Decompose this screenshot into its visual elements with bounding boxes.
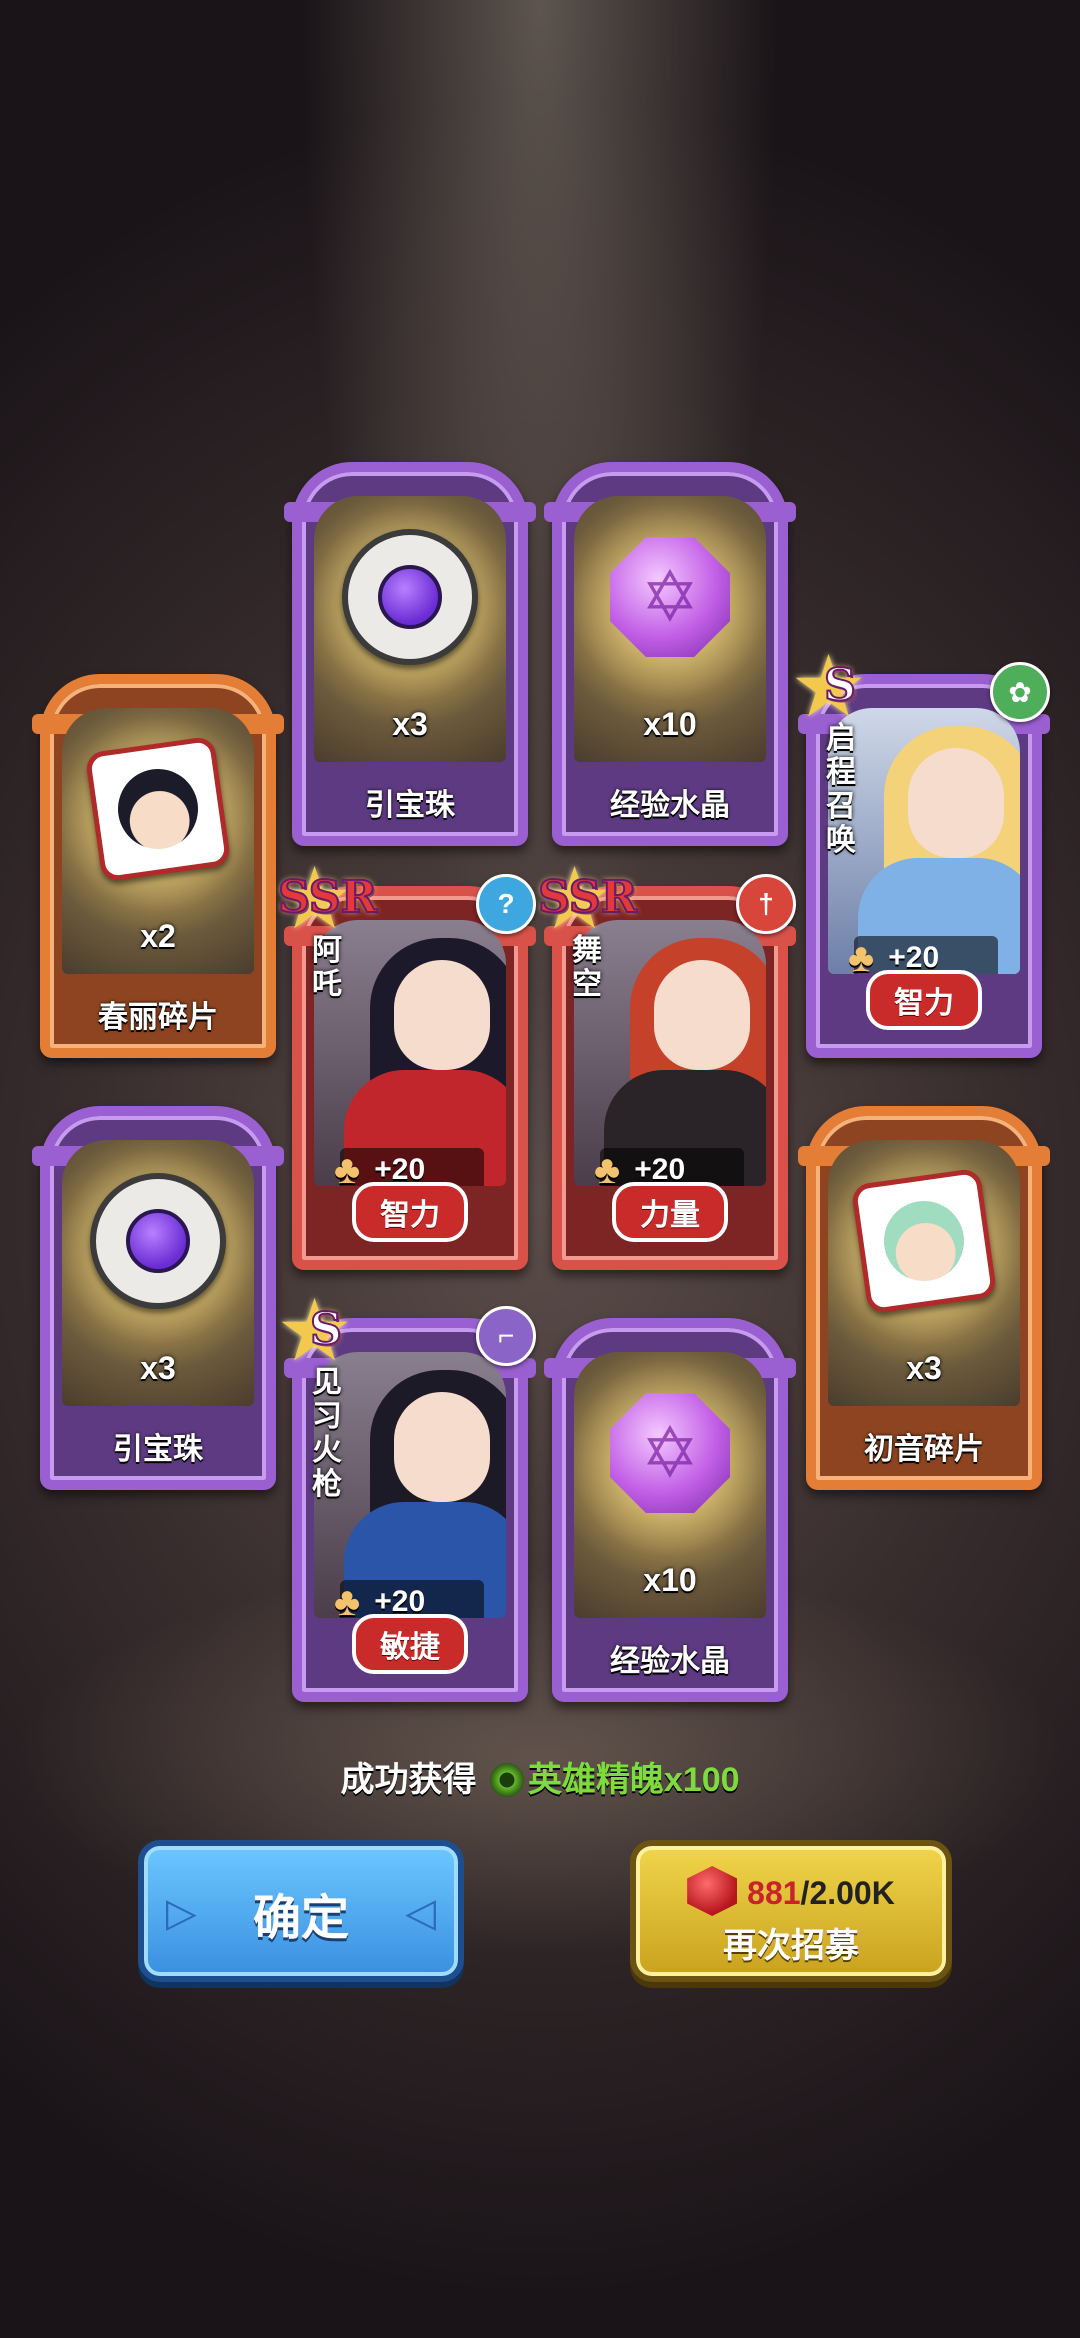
item-label: 引宝珠 — [113, 1433, 203, 1466]
item-quantity: x10 — [643, 1562, 697, 1598]
puzzle-shard-icon — [850, 1167, 998, 1315]
hero-name: 见习火枪 — [312, 1366, 342, 1501]
rank-badge: S — [309, 1303, 343, 1356]
rank-badge: SSR — [277, 871, 378, 924]
attribute-badge: 力量 — [612, 1182, 728, 1242]
question-icon: ? — [476, 874, 536, 934]
recruit-again-button[interactable]: 881/2.00K 再次招募 — [630, 1840, 952, 1982]
hero-card-qicheng[interactable]: ♣ +20 启程召唤 ★ S ✿ 智力 — [790, 644, 1050, 1058]
upgrade-icon: ♣ — [334, 1147, 361, 1187]
puzzle-shard-icon — [84, 735, 232, 883]
item-quantity: x3 — [906, 1350, 942, 1386]
reward-card-crystal[interactable]: x10 经验水晶 — [544, 1318, 796, 1702]
power-bar: ♣ +20 — [848, 936, 998, 974]
orb-icon — [342, 529, 478, 666]
rank-badge: SSR — [537, 871, 638, 924]
exp-crystal-icon — [610, 537, 730, 658]
item-label: 经验水晶 — [610, 789, 730, 822]
reward-card-orb[interactable]: x3 引宝珠 — [32, 1106, 284, 1490]
power-bar: ♣ +20 — [334, 1148, 484, 1186]
power-bar: ♣ +20 — [334, 1580, 484, 1618]
item-label: 春丽碎片 — [98, 1001, 218, 1034]
ruby-icon — [687, 1866, 738, 1916]
hero-name: 启程召唤 — [826, 722, 856, 857]
reward-card-miku-shard[interactable]: x3 初音碎片 — [798, 1106, 1050, 1490]
rank-badge: S — [823, 659, 857, 712]
power-bar: ♣ +20 — [594, 1148, 744, 1186]
item-quantity: x3 — [392, 706, 428, 742]
item-quantity: x3 — [140, 1350, 176, 1386]
confirm-button[interactable]: ▷ 确定 ◁ — [138, 1840, 464, 1982]
sword-icon: † — [736, 874, 796, 934]
upgrade-icon: ♣ — [848, 935, 875, 975]
reward-card-crystal[interactable]: x10 经验水晶 — [544, 462, 796, 846]
recruit-cost: 881/2.00K — [636, 1866, 946, 1916]
hero-card-azha[interactable]: ♣ +20 阿吒 ★ SSR ? 智力 — [276, 856, 536, 1270]
upgrade-icon: ♣ — [334, 1579, 361, 1619]
reward-card-chunli-shard[interactable]: x2 春丽碎片 — [32, 674, 284, 1058]
attribute-badge: 智力 — [352, 1182, 468, 1242]
exp-crystal-icon — [610, 1393, 730, 1514]
upgrade-icon: ♣ — [594, 1147, 621, 1187]
orb-icon — [90, 1173, 226, 1310]
reward-card-orb[interactable]: x3 引宝珠 — [284, 462, 536, 846]
hero-card-wukong[interactable]: ♣ +20 舞空 ★ SSR † 力量 — [536, 856, 796, 1270]
attribute-badge: 敏捷 — [352, 1614, 468, 1674]
item-label: 经验水晶 — [610, 1645, 730, 1678]
pistol-icon: ⌐ — [476, 1306, 536, 1366]
reward-summary: 成功获得 英雄精魄x100 — [340, 1761, 740, 1799]
hero-card-musketeer[interactable]: ♣ +20 见习火枪 ★ S ⌐ 敏捷 — [276, 1288, 536, 1702]
lotus-icon: ✿ — [990, 662, 1050, 722]
hero-essence-icon — [489, 1763, 524, 1797]
item-quantity: x10 — [643, 706, 697, 742]
item-label: 初音碎片 — [864, 1433, 984, 1466]
item-label: 引宝珠 — [365, 789, 455, 822]
chevron-right-icon: ◁ — [405, 1891, 436, 1935]
item-quantity: x2 — [140, 918, 176, 954]
attribute-badge: 智力 — [866, 970, 982, 1030]
